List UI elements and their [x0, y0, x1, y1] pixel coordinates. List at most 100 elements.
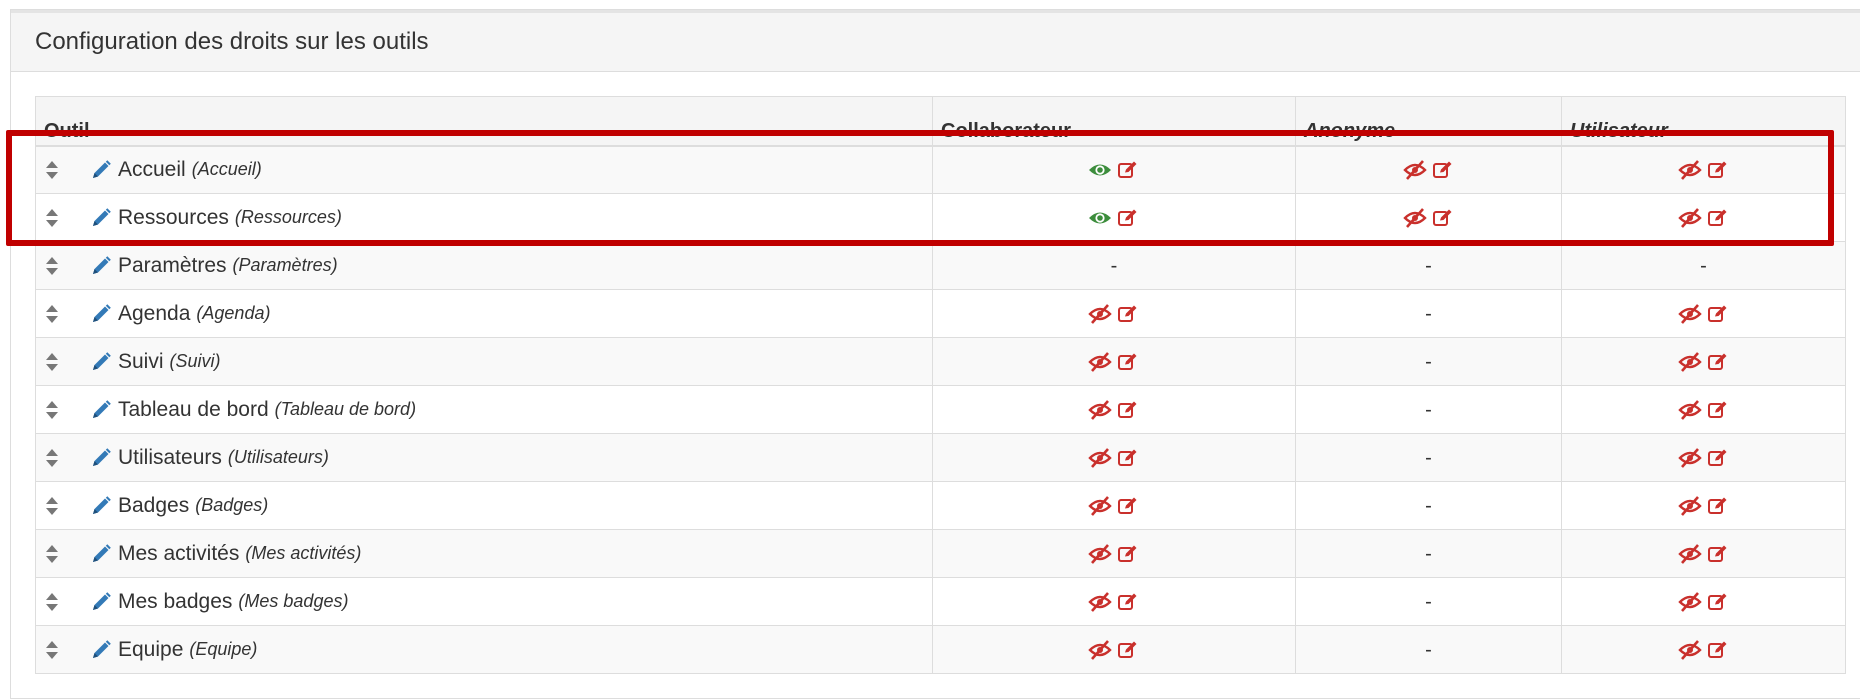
edit-square-icon[interactable]	[1706, 496, 1730, 516]
edit-square-icon[interactable]	[1116, 304, 1140, 324]
eye-slash-icon[interactable]	[1677, 400, 1702, 420]
edit-square-icon[interactable]	[1116, 544, 1140, 564]
pencil-icon[interactable]	[90, 447, 112, 469]
eye-slash-icon[interactable]	[1088, 640, 1112, 660]
cell-anonyme: -	[1295, 433, 1562, 482]
cell-utilisateur	[1561, 481, 1846, 530]
edit-square-icon[interactable]	[1706, 400, 1730, 420]
cell-collaborateur	[932, 385, 1296, 434]
eye-slash-icon[interactable]	[1402, 208, 1427, 228]
tool-key: (Suivi)	[169, 351, 221, 371]
tool-name: Mes badges	[118, 589, 233, 613]
pencil-icon[interactable]	[90, 159, 112, 181]
edit-square-icon[interactable]	[1706, 448, 1730, 468]
tool-cell: Ressources (Ressources)	[44, 194, 924, 241]
cell-collaborateur	[932, 337, 1296, 386]
table-row: Ressources (Ressources)	[35, 193, 1846, 242]
pencil-icon[interactable]	[90, 303, 112, 325]
eye-slash-icon[interactable]	[1677, 592, 1702, 612]
perm-icons	[1677, 544, 1730, 564]
cell-outil: Ressources (Ressources)	[35, 193, 933, 242]
edit-square-icon[interactable]	[1116, 400, 1140, 420]
edit-square-icon[interactable]	[1706, 544, 1730, 564]
eye-slash-icon[interactable]	[1677, 448, 1702, 468]
edit-square-icon[interactable]	[1431, 160, 1455, 180]
eye-slash-icon[interactable]	[1088, 544, 1112, 564]
pencil-icon[interactable]	[90, 639, 112, 661]
cell-anonyme: -	[1295, 481, 1562, 530]
perm-icons	[1677, 496, 1730, 516]
tool-name: Tableau de bord	[118, 397, 269, 421]
edit-square-icon[interactable]	[1116, 160, 1140, 180]
sort-icon[interactable]	[44, 302, 60, 326]
cell-collaborateur	[932, 481, 1296, 530]
tool-cell: Accueil (Accueil)	[44, 147, 924, 194]
edit-square-icon[interactable]	[1116, 208, 1140, 228]
eye-slash-icon[interactable]	[1677, 352, 1702, 372]
eye-slash-icon[interactable]	[1677, 160, 1702, 181]
edit-square-icon[interactable]	[1706, 640, 1730, 660]
edit-square-icon[interactable]	[1116, 496, 1140, 516]
dash-anonyme: -	[1425, 638, 1432, 661]
tool-name: Agenda	[118, 301, 191, 325]
tool-key: (Mes badges)	[238, 591, 349, 611]
pencil-icon[interactable]	[90, 351, 112, 373]
eye-slash-icon[interactable]	[1677, 496, 1702, 516]
dash-utilisateur: -	[1700, 254, 1707, 277]
eye-slash-icon[interactable]	[1677, 544, 1702, 564]
pencil-icon[interactable]	[90, 207, 112, 229]
eye-slash-icon[interactable]	[1088, 400, 1112, 420]
table-row: Agenda (Agenda) -	[35, 289, 1846, 338]
panel-heading: Configuration des droits sur les outils	[11, 10, 1860, 72]
edit-square-icon[interactable]	[1116, 640, 1140, 660]
edit-square-icon[interactable]	[1116, 592, 1140, 612]
perm-icons	[1088, 448, 1140, 468]
eye-slash-icon[interactable]	[1088, 352, 1112, 372]
pencil-icon[interactable]	[90, 399, 112, 421]
sort-icon[interactable]	[44, 350, 60, 374]
edit-square-icon[interactable]	[1706, 304, 1730, 324]
pencil-icon[interactable]	[90, 543, 112, 565]
pencil-icon[interactable]	[90, 495, 112, 517]
edit-square-icon[interactable]	[1116, 352, 1140, 372]
table-row: Suivi (Suivi) -	[35, 337, 1846, 386]
perm-icons	[1088, 304, 1140, 324]
edit-square-icon[interactable]	[1706, 352, 1730, 372]
perm-icons	[1088, 544, 1140, 564]
cell-utilisateur: -	[1561, 241, 1846, 290]
edit-square-icon[interactable]	[1706, 160, 1730, 180]
sort-icon[interactable]	[44, 206, 60, 230]
eye-slash-icon[interactable]	[1677, 304, 1702, 324]
perm-icons	[1088, 400, 1140, 420]
perm-icons	[1677, 592, 1730, 612]
eye-slash-icon[interactable]	[1402, 160, 1427, 181]
perm-icons	[1677, 208, 1730, 228]
tool-cell: Mes activités (Mes activités)	[44, 530, 924, 577]
sort-icon[interactable]	[44, 446, 60, 470]
sort-icon[interactable]	[44, 254, 60, 278]
sort-icon[interactable]	[44, 494, 60, 518]
eye-slash-icon[interactable]	[1677, 640, 1702, 660]
eye-icon[interactable]	[1088, 160, 1112, 180]
edit-square-icon[interactable]	[1706, 208, 1730, 228]
sort-icon[interactable]	[44, 158, 60, 182]
tool-cell: Agenda (Agenda)	[44, 290, 924, 337]
eye-icon[interactable]	[1088, 208, 1112, 228]
eye-slash-icon[interactable]	[1088, 448, 1112, 468]
eye-slash-icon[interactable]	[1088, 304, 1112, 324]
sort-icon[interactable]	[44, 542, 60, 566]
cell-utilisateur	[1561, 625, 1846, 674]
pencil-icon[interactable]	[90, 255, 112, 277]
eye-slash-icon[interactable]	[1088, 496, 1112, 516]
cell-collaborateur: -	[932, 241, 1296, 290]
edit-square-icon[interactable]	[1116, 448, 1140, 468]
sort-icon[interactable]	[44, 398, 60, 422]
edit-square-icon[interactable]	[1706, 592, 1730, 612]
eye-slash-icon[interactable]	[1677, 208, 1702, 228]
pencil-icon[interactable]	[90, 591, 112, 613]
eye-slash-icon[interactable]	[1088, 592, 1112, 612]
edit-square-icon[interactable]	[1431, 208, 1455, 228]
sort-icon[interactable]	[44, 590, 60, 614]
perm-icons	[1677, 352, 1730, 372]
sort-icon[interactable]	[44, 638, 60, 662]
